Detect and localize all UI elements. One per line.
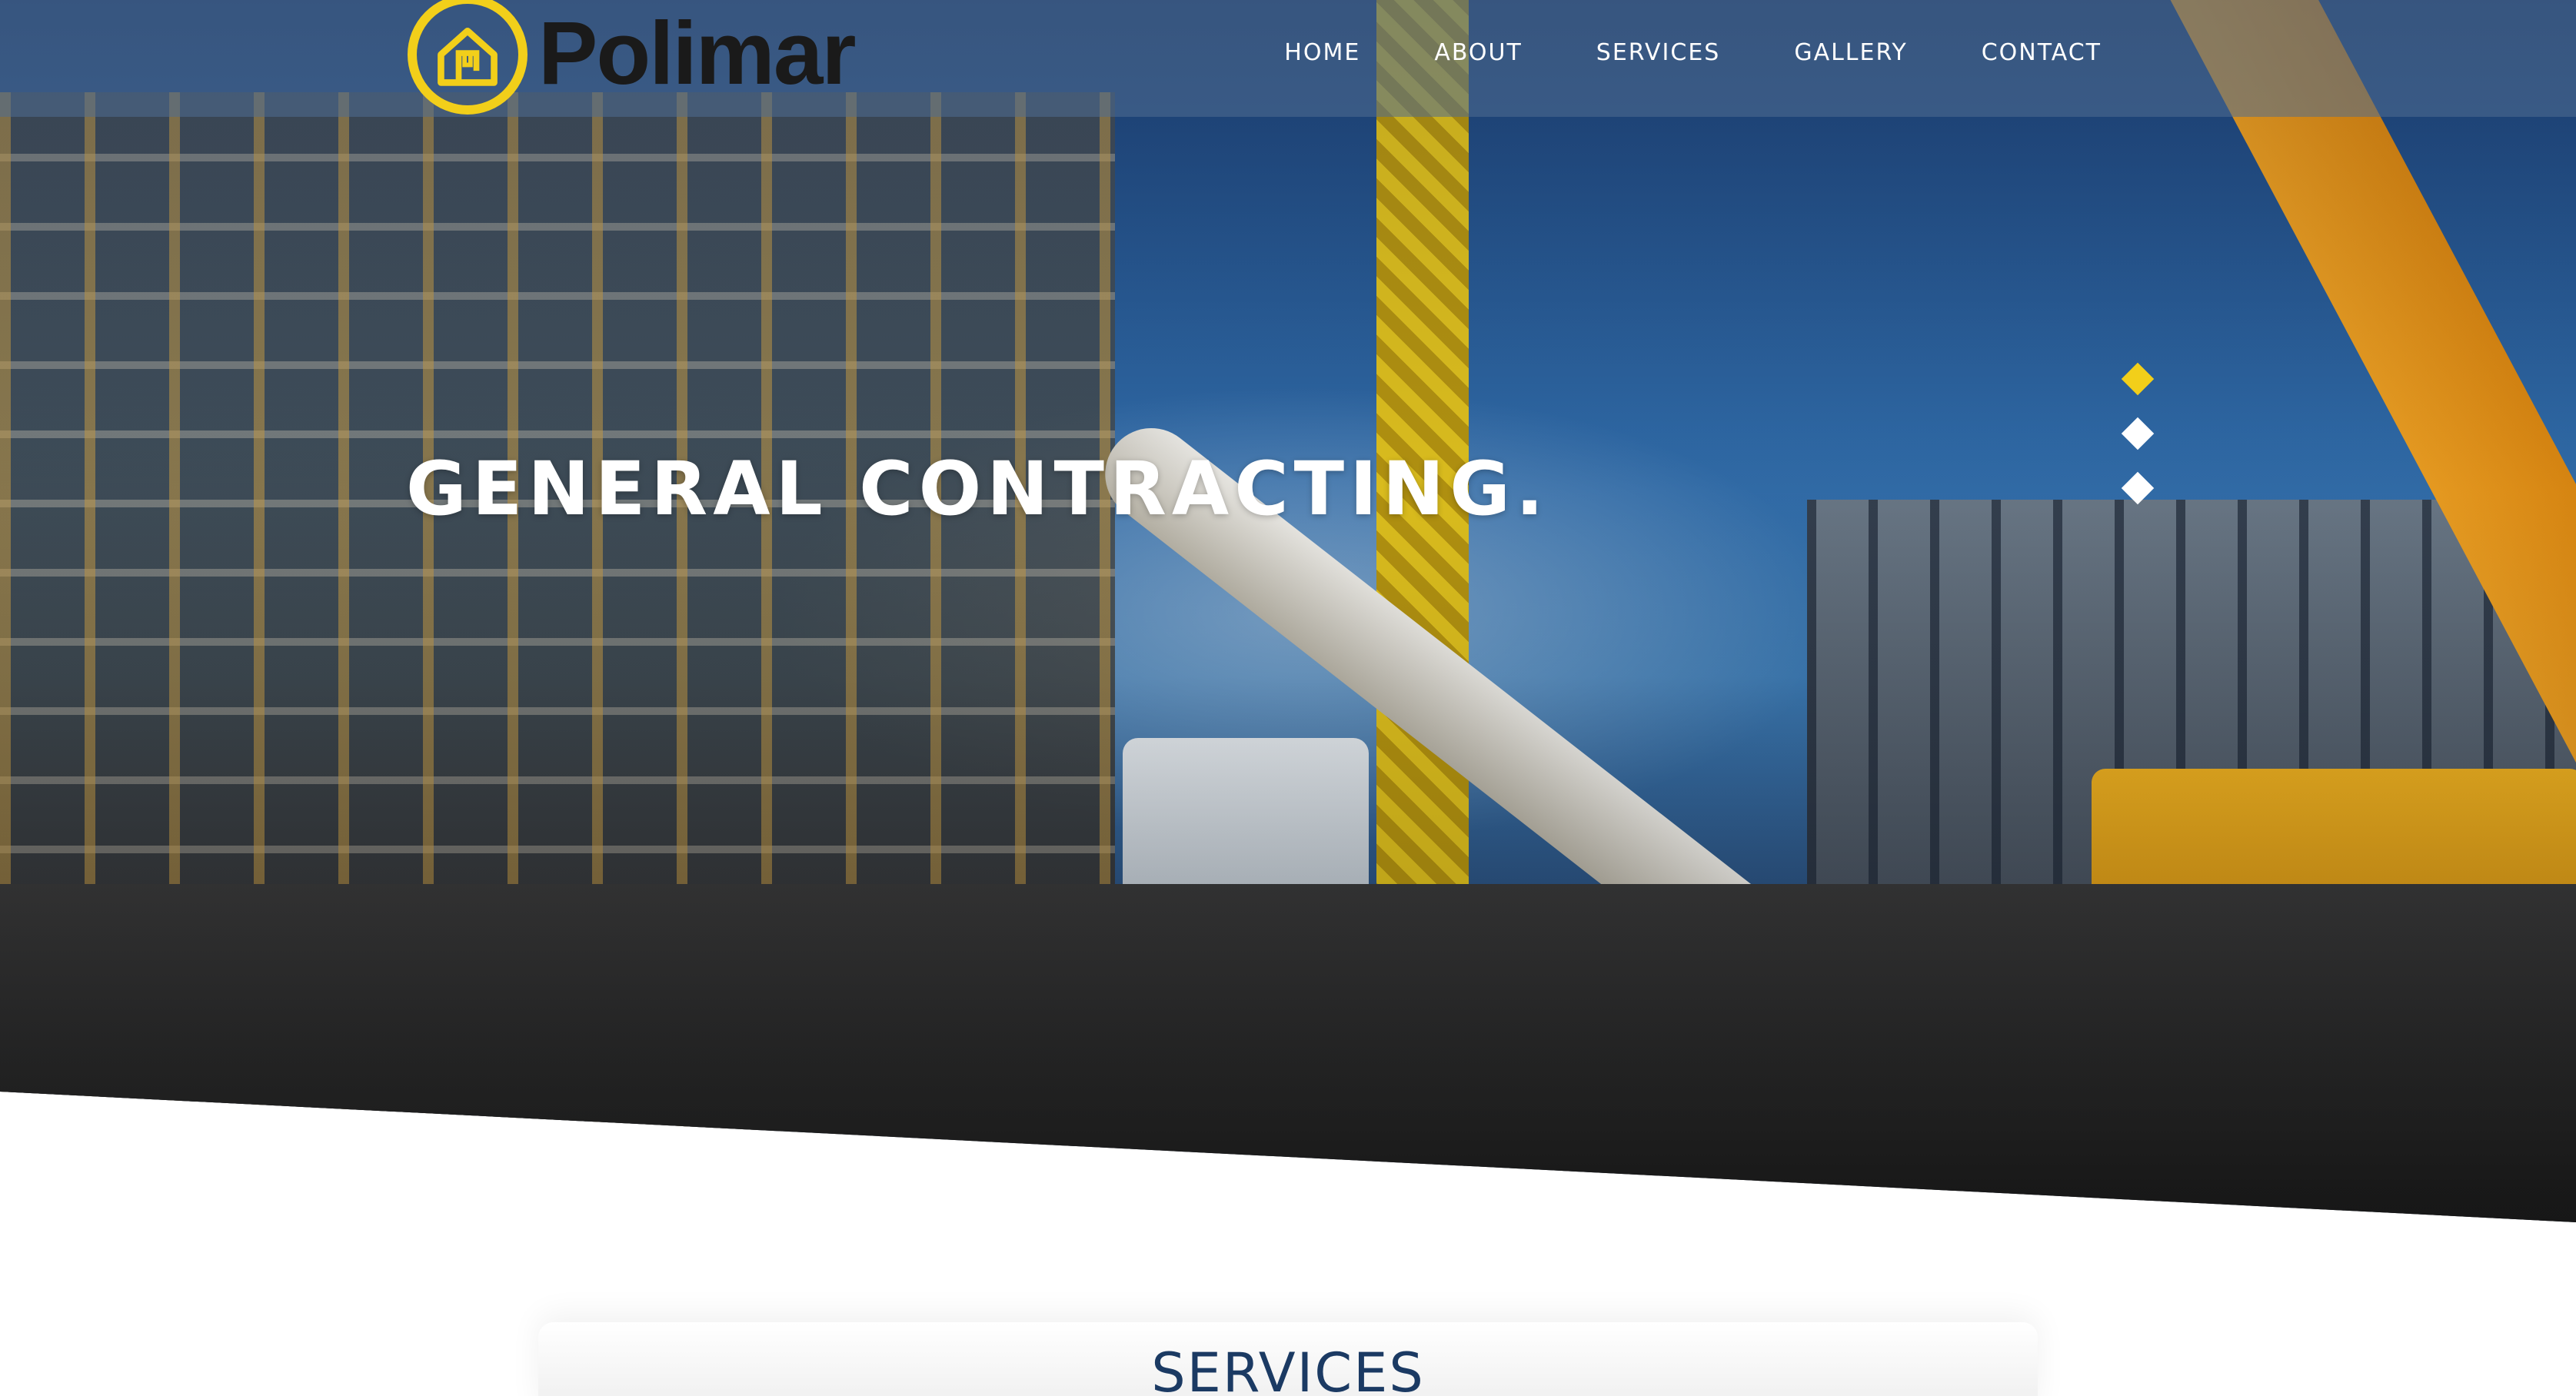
house-icon [438,27,498,86]
nav-home[interactable]: HOME [1284,39,1360,66]
hero-headline: GENERAL CONTRACTING. [406,446,1549,532]
slide-dot-3[interactable] [2121,471,2155,505]
slide-dot-1[interactable] [2121,362,2155,396]
services-heading: SERVICES [1151,1341,1425,1396]
hero-background [0,0,2576,1222]
site-header: Polimar HOME ABOUT SERVICES GALLERY CONT… [0,0,2576,117]
slider-pagination [2121,362,2155,531]
nav-about[interactable]: ABOUT [1434,39,1522,66]
nav-gallery[interactable]: GALLERY [1794,39,1907,66]
slide-dot-2[interactable] [2121,417,2155,450]
nav-contact[interactable]: CONTACT [1982,39,2102,66]
main-nav: HOME ABOUT SERVICES GALLERY CONTACT [1284,0,2102,105]
logo-icon [408,0,528,115]
hero-overlay [0,0,2576,1222]
nav-services[interactable]: SERVICES [1596,39,1721,66]
logo-text: Polimar [538,3,856,103]
logo-link[interactable]: Polimar [408,0,856,117]
